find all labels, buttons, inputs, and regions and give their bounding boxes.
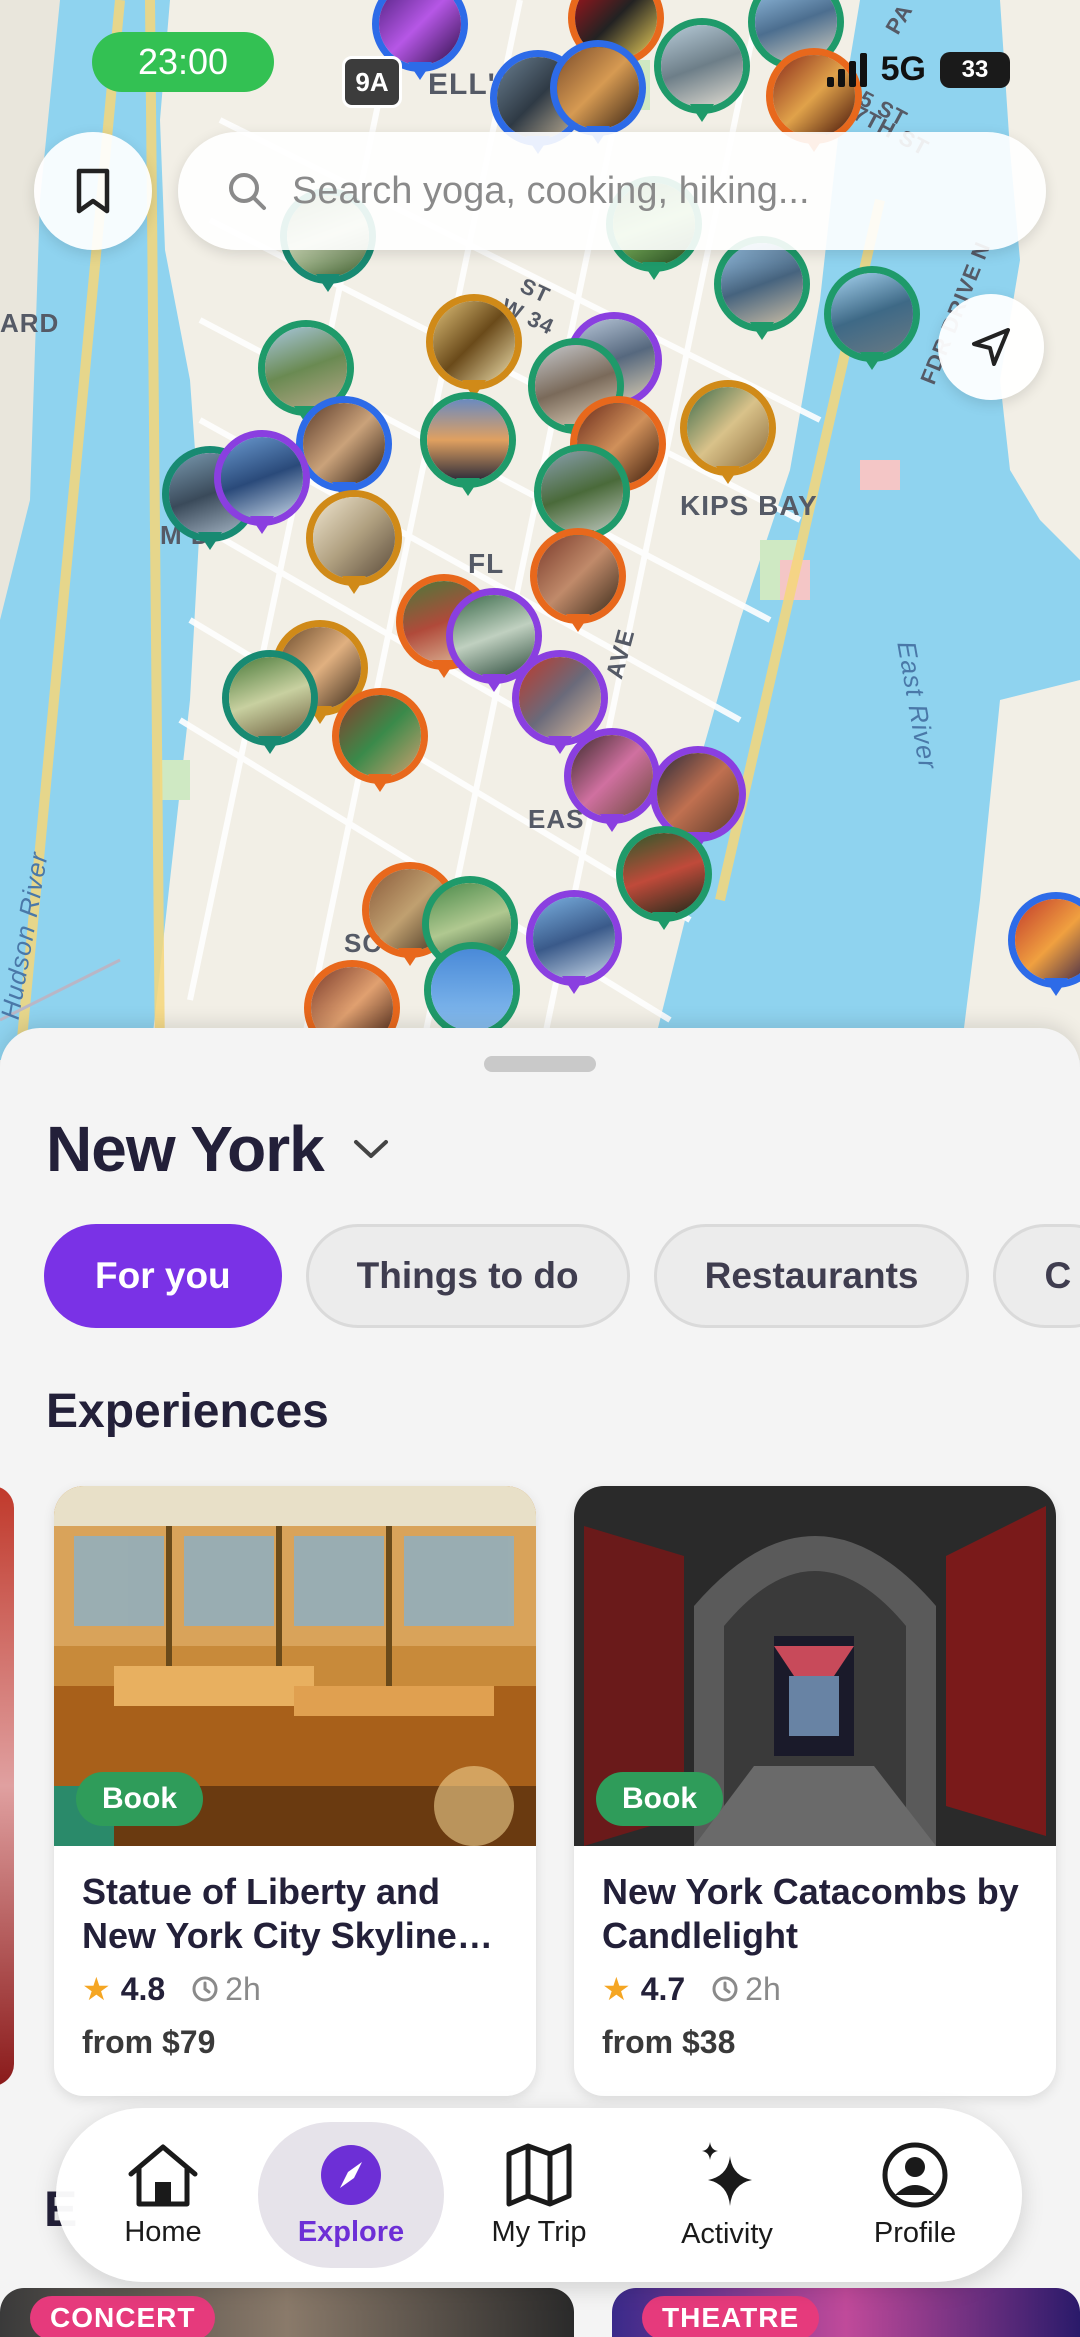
nav-explore[interactable]: Explore xyxy=(258,2122,444,2268)
search-bar[interactable] xyxy=(178,132,1046,250)
map-pin[interactable] xyxy=(222,650,318,760)
map-view[interactable]: ARD KIPS BAY East River Hudson River FDR… xyxy=(0,0,1080,1060)
nav-my-trip[interactable]: My Trip xyxy=(446,2122,632,2268)
experience-image: Book xyxy=(574,1486,1056,1846)
current-location-button[interactable] xyxy=(938,294,1044,400)
experience-title: New York Catacombs by Candlelight xyxy=(602,1871,1019,1956)
event-card-theatre[interactable]: THEATRE xyxy=(612,2288,1080,2337)
experience-carousel[interactable]: Book Statue of Liberty and New York City… xyxy=(0,1486,1080,2126)
chip-for-you[interactable]: For you xyxy=(44,1224,282,1328)
nav-home[interactable]: Home xyxy=(70,2122,256,2268)
clock-icon xyxy=(192,1976,218,2002)
map-pin[interactable] xyxy=(214,430,310,540)
experience-card[interactable]: Book Statue of Liberty and New York City… xyxy=(54,1486,536,2096)
search-icon xyxy=(229,173,266,210)
status-time: 23:00 xyxy=(92,32,274,92)
city-title: New York xyxy=(46,1113,325,1185)
map-pin[interactable] xyxy=(420,392,516,502)
profile-icon xyxy=(882,2142,948,2207)
map-label-ard: ARD xyxy=(0,308,60,338)
experience-rating: 4.7 xyxy=(640,1970,686,2007)
route-badge: 9A xyxy=(342,56,402,108)
nav-activity-label: Activity xyxy=(681,2217,773,2250)
experience-rating: 4.8 xyxy=(120,1970,166,2007)
map-pin[interactable] xyxy=(306,490,402,600)
nav-activity[interactable]: Activity xyxy=(634,2122,820,2268)
map-pin[interactable] xyxy=(530,528,626,638)
map-icon xyxy=(506,2143,572,2206)
compass-icon xyxy=(321,2144,381,2205)
experience-card-partial[interactable] xyxy=(0,1486,14,2086)
chip-restaurants[interactable]: Restaurants xyxy=(653,1224,970,1328)
status-indicators: 5G 33 xyxy=(826,50,1010,89)
nav-profile-label: Profile xyxy=(873,2216,957,2249)
chip-more[interactable]: C xyxy=(993,1224,1080,1328)
location-arrow-icon xyxy=(972,328,1010,366)
star-icon: ★ xyxy=(82,1971,111,2007)
map-pin[interactable] xyxy=(564,728,660,838)
map-pin[interactable] xyxy=(1008,892,1080,1002)
experience-meta: ★ 4.8 2h xyxy=(82,1970,508,2008)
event-card-concert[interactable]: CONCERT xyxy=(0,2288,574,2337)
map-pin[interactable] xyxy=(824,266,920,376)
home-icon xyxy=(128,2144,198,2206)
nav-profile[interactable]: Profile xyxy=(822,2122,1008,2268)
experience-duration: 2h xyxy=(225,1970,261,2007)
map-pin[interactable] xyxy=(714,236,810,346)
category-chips: For you Things to do Restaurants C xyxy=(44,1224,1080,1328)
experience-title: Statue of Liberty and New York City Skyl… xyxy=(82,1871,493,1956)
event-tag: THEATRE xyxy=(642,2296,820,2337)
saved-bookmarks-button[interactable] xyxy=(34,132,152,250)
event-tag: CONCERT xyxy=(30,2296,216,2337)
book-badge: Book xyxy=(76,1772,203,1826)
experience-card[interactable]: Book New York Catacombs by Candlelight ★… xyxy=(574,1486,1056,2096)
city-selector[interactable]: New York xyxy=(46,1112,390,1186)
nav-my-trip-label: My Trip xyxy=(491,2215,587,2248)
sparkle-icon xyxy=(702,2141,752,2206)
chevron-down-icon xyxy=(353,1140,388,1158)
map-pin[interactable] xyxy=(680,380,776,490)
map-label-kips-bay: KIPS BAY xyxy=(680,490,818,521)
duration: 2h xyxy=(711,1971,781,2008)
experience-price: from $38 xyxy=(602,2024,736,2060)
signal-icon xyxy=(826,52,867,87)
experience-duration: 2h xyxy=(745,1970,781,2007)
map-pin[interactable] xyxy=(654,18,750,128)
experience-price: from $79 xyxy=(82,2024,216,2060)
sheet-drag-handle[interactable] xyxy=(484,1056,596,1072)
map-pin[interactable] xyxy=(616,826,712,936)
map-pin[interactable] xyxy=(426,294,522,404)
network-type: 5G xyxy=(880,50,926,88)
duration: 2h xyxy=(191,1971,261,2008)
map-pin[interactable] xyxy=(526,890,622,1000)
nav-home-label: Home xyxy=(124,2215,202,2248)
experience-image: Book xyxy=(54,1486,536,1846)
clock-icon xyxy=(712,1976,738,2002)
book-badge: Book xyxy=(596,1772,723,1826)
battery-icon: 33 xyxy=(940,51,1010,88)
bottom-navigation: Home Explore My Trip Activity Profile xyxy=(56,2108,1022,2282)
section-title-experiences: Experiences xyxy=(46,1385,329,1438)
star-icon: ★ xyxy=(602,1971,631,2007)
bookmark-icon xyxy=(76,168,110,214)
experience-meta: ★ 4.7 2h xyxy=(602,1970,1028,2008)
chip-things-to-do[interactable]: Things to do xyxy=(305,1224,630,1328)
search-input[interactable] xyxy=(292,169,992,213)
map-pin[interactable] xyxy=(332,688,428,798)
nav-explore-label: Explore xyxy=(297,2215,405,2248)
